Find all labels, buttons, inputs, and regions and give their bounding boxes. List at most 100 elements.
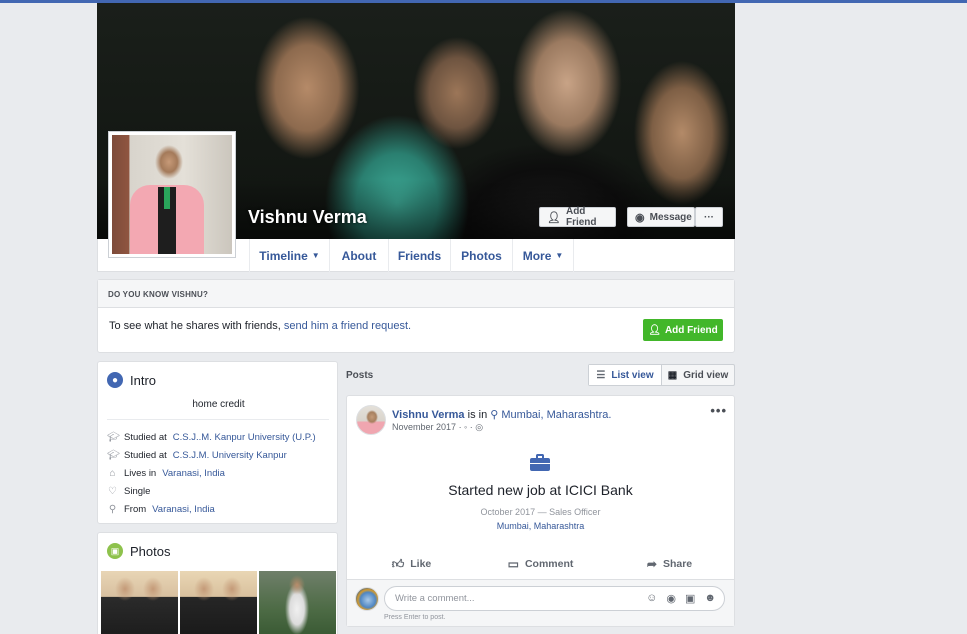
photo-icon: ▣	[107, 543, 123, 559]
intro-row-education-2: 🎓︎ Studied at C.S.J.M. University Kanpur	[107, 450, 287, 461]
message-button[interactable]: ◉ Message	[627, 207, 695, 227]
privacy-icons: · ◦ · ◎	[458, 422, 484, 432]
caret-down-icon: ▼	[311, 251, 320, 260]
comment-hint: Press Enter to post.	[384, 614, 446, 621]
comment-tools: ☺ ◉ ▣ ☻	[646, 592, 716, 605]
do-you-know-card: DO YOU KNOW VISHNU? To see what he share…	[97, 279, 735, 353]
do-you-know-header: DO YOU KNOW VISHNU?	[98, 280, 734, 308]
do-you-know-text: To see what he shares with friends, send…	[109, 320, 411, 332]
intro-title-text: Intro	[130, 372, 157, 388]
list-view-label: List view	[611, 369, 654, 381]
intro-row-prefix: Lives in	[124, 468, 157, 479]
location-pin-icon: ⚲	[108, 504, 117, 515]
caret-down-icon: ▼	[555, 251, 564, 260]
avatar	[355, 587, 379, 611]
tab-friends[interactable]: Friends	[388, 239, 450, 272]
life-event-title: Started new job at ICICI Bank	[448, 482, 633, 498]
post-is-in: is in	[467, 409, 488, 421]
post-date[interactable]: November 2017	[392, 422, 456, 432]
list-view-button[interactable]: ☰ List view	[589, 365, 662, 385]
photo-thumbnail[interactable]	[101, 571, 178, 634]
comment-label: Comment	[524, 558, 574, 570]
message-label: Message	[649, 211, 692, 223]
intro-row-education-1: 🎓︎ Studied at C.S.J..M. Kanpur Universit…	[107, 432, 316, 443]
tab-more[interactable]: More ▼	[512, 239, 574, 272]
globe-icon: ●	[107, 372, 123, 388]
photo-thumbnail[interactable]	[259, 571, 336, 634]
comment-button[interactable]: ▭ Comment	[476, 552, 605, 576]
post-header: Vishnu Verma is in ⚲ Mumbai, Maharashtra…	[392, 408, 611, 421]
avatar[interactable]	[356, 405, 386, 435]
intro-row-prefix: Studied at	[124, 450, 167, 461]
add-friend-green-button[interactable]: 👤︎ Add Friend	[643, 319, 723, 341]
emoji-icon[interactable]: ☺	[646, 592, 657, 605]
heart-icon: ♡	[108, 486, 117, 497]
intro-row-link[interactable]: C.S.J..M. Kanpur University (U.P.)	[173, 432, 316, 443]
like-button[interactable]: 👍︎ Like	[347, 552, 476, 576]
intro-row-relationship: ♡ Single	[107, 486, 150, 497]
share-button[interactable]: ➦ Share	[605, 552, 734, 576]
tab-friends-label: Friends	[397, 248, 442, 263]
photos-title-text[interactable]: Photos	[130, 544, 170, 559]
intro-row-prefix: Studied at	[124, 432, 167, 443]
intro-title: ● Intro	[107, 372, 156, 388]
graduation-cap-icon: 🎓︎	[107, 450, 120, 461]
camera-icon[interactable]: ◉	[666, 592, 676, 605]
more-options-button[interactable]: ···	[695, 207, 723, 227]
intro-row-from: ⚲ From Varanasi, India	[107, 504, 215, 515]
share-arrow-icon: ➦	[646, 557, 657, 571]
add-friend-label: Add Friend	[565, 206, 597, 228]
thumbs-up-icon: 👍︎	[391, 556, 405, 571]
view-toggle: ☰ List view ▦ Grid view	[588, 364, 735, 386]
graduation-cap-icon: 🎓︎	[107, 432, 120, 443]
intro-row-link[interactable]: C.S.J.M. University Kanpur	[173, 450, 287, 461]
do-you-know-message: To see what he shares with friends,	[109, 320, 281, 332]
grid-view-label: Grid view	[683, 369, 729, 381]
tab-about[interactable]: About	[329, 239, 388, 272]
profile-picture-image	[112, 135, 232, 254]
like-label: Like	[410, 558, 432, 570]
post-card: Vishnu Verma is in ⚲ Mumbai, Maharashtra…	[346, 395, 735, 627]
post-location-link[interactable]: Mumbai, Maharashtra.	[501, 409, 611, 421]
post-options-button[interactable]: •••	[710, 403, 727, 418]
add-friend-button[interactable]: 👤︎ Add Friend	[539, 206, 616, 228]
intro-card: ● Intro home credit 🎓︎ Studied at C.S.J.…	[97, 361, 338, 524]
photo-thumbnail[interactable]	[180, 571, 257, 634]
intro-row-link[interactable]: Varanasi, India	[152, 504, 215, 515]
tab-timeline[interactable]: Timeline ▼	[249, 239, 329, 272]
add-friend-icon: 👤︎	[648, 324, 661, 336]
sticker-icon[interactable]: ☻	[704, 592, 716, 605]
add-friend-icon: 👤︎	[547, 211, 561, 224]
post-author-link[interactable]: Vishnu Verma	[392, 409, 465, 421]
post-actions: 👍︎ Like ▭ Comment ➦ Share	[347, 552, 734, 576]
comment-composer: Write a comment... ☺ ◉ ▣ ☻ Press Enter t…	[347, 579, 734, 626]
gif-icon[interactable]: ▣	[685, 592, 695, 605]
location-pin-icon: ⚲	[490, 409, 499, 421]
grid-icon: ▦	[667, 369, 678, 381]
tab-about-label: About	[341, 248, 377, 263]
grid-view-button[interactable]: ▦ Grid view	[662, 365, 734, 385]
profile-name[interactable]: Vishnu Verma	[248, 207, 367, 228]
post-timestamp: November 2017 · ◦ · ◎	[392, 422, 483, 433]
briefcase-icon	[530, 454, 550, 471]
photos-card: ▣ Photos	[97, 532, 338, 634]
tab-photos[interactable]: Photos	[450, 239, 512, 272]
photos-title: ▣ Photos	[107, 543, 170, 559]
home-icon: ⌂	[109, 468, 116, 479]
tab-more-label: More	[522, 248, 552, 263]
friend-request-link[interactable]: send him a friend request.	[284, 320, 411, 332]
comment-input[interactable]: Write a comment... ☺ ◉ ▣ ☻	[384, 586, 725, 611]
posts-label: Posts	[346, 370, 374, 381]
life-event-subtitle: October 2017 — Sales Officer	[480, 507, 601, 517]
intro-bio: home credit	[192, 399, 245, 410]
intro-row-link[interactable]: Varanasi, India	[162, 468, 225, 479]
list-icon: ☰	[596, 369, 606, 381]
add-friend-green-label: Add Friend	[664, 324, 718, 336]
tab-timeline-label: Timeline	[259, 248, 308, 263]
comment-placeholder: Write a comment...	[395, 593, 475, 604]
life-event-location-link[interactable]: Mumbai, Maharashtra	[347, 521, 734, 531]
profile-picture[interactable]	[108, 131, 236, 258]
messenger-icon: ◉	[635, 211, 645, 224]
divider	[107, 419, 329, 420]
comment-bubble-icon: ▭	[507, 557, 519, 571]
